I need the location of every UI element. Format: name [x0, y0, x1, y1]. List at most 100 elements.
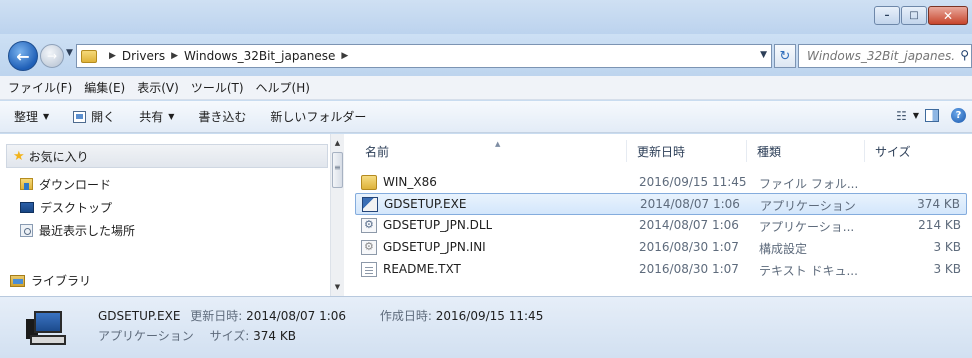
close-icon: ✕ — [942, 8, 954, 23]
breadcrumb-separator-icon[interactable]: ▶ — [341, 51, 348, 61]
new-folder-button[interactable]: 新しいフォルダー — [270, 108, 366, 125]
refresh-icon: ↻ — [779, 48, 791, 64]
breadcrumb-current[interactable]: Windows_32Bit_japanese — [184, 49, 335, 63]
search-input[interactable] — [807, 49, 955, 63]
recent-pages-dropdown[interactable]: ▼ — [66, 48, 73, 58]
txt-icon — [361, 262, 377, 277]
chevron-down-icon: ▼ — [43, 112, 50, 121]
new-folder-label: 新しいフォルダー — [270, 110, 367, 124]
details-size-value: 374 KB — [253, 329, 296, 343]
menu-tools[interactable]: ツール(T) — [191, 79, 244, 96]
file-type: テキスト ドキュ... — [759, 264, 858, 278]
menu-view[interactable]: 表示(V) — [137, 79, 179, 96]
dll-icon — [361, 218, 377, 233]
file-name: README.TXT — [383, 262, 461, 276]
table-row[interactable]: README.TXT 2016/08/30 1:07 テキスト ドキュ... 3… — [355, 259, 967, 281]
chevron-down-icon: ▼ — [168, 112, 175, 121]
file-date: 2016/09/15 11:45 — [639, 175, 747, 189]
close-button[interactable]: ✕ — [928, 6, 968, 25]
scroll-up-icon[interactable]: ▲ — [331, 136, 344, 150]
toolbar-right: ☷ ▼ ? — [896, 108, 966, 123]
breadcrumb-drivers[interactable]: Drivers — [122, 49, 165, 63]
file-size: 374 KB — [917, 197, 960, 211]
folder-icon — [361, 175, 377, 190]
file-date: 2016/08/30 1:07 — [639, 262, 739, 276]
details-file-name: GDSETUP.EXE — [98, 309, 181, 323]
libraries-icon — [10, 274, 25, 287]
navigation-pane: ★ お気に入り ダウンロード デスクトップ 最近表示した場所 ライブラリ ▲ ▼ — [0, 134, 344, 296]
setup-program-icon — [26, 307, 70, 351]
view-dropdown-icon[interactable]: ▼ — [913, 111, 919, 120]
column-size-label: サイズ — [875, 144, 911, 159]
nav-favorites[interactable]: ★ お気に入り — [6, 144, 328, 168]
search-box[interactable]: ⚲ — [798, 44, 972, 68]
menu-edit[interactable]: 編集(E) — [84, 79, 125, 96]
star-icon: ★ — [13, 148, 25, 164]
table-row-selected[interactable]: GDSETUP.EXE 2014/08/07 1:06 アプリケーション 374… — [355, 193, 967, 215]
column-date-label: 更新日時 — [637, 144, 686, 159]
content-area: ★ お気に入り ダウンロード デスクトップ 最近表示した場所 ライブラリ ▲ ▼… — [0, 134, 972, 296]
minimize-button[interactable]: – — [874, 6, 900, 25]
exe-icon — [362, 197, 378, 212]
file-type: アプリケーション — [760, 199, 856, 213]
computer-base-shape — [30, 335, 66, 345]
file-name: GDSETUP.EXE — [384, 197, 467, 211]
file-size: 3 KB — [933, 240, 961, 254]
maximize-button[interactable]: □ — [901, 6, 927, 25]
table-row[interactable]: GDSETUP_JPN.INI 2016/08/30 1:07 構成設定 3 K… — [355, 237, 967, 259]
nav-item-downloads[interactable]: ダウンロード — [20, 174, 111, 194]
file-size: 3 KB — [933, 262, 961, 276]
details-created-label: 作成日時: — [379, 309, 432, 323]
burn-button[interactable]: 書き込む — [198, 108, 246, 125]
menu-help[interactable]: ヘルプ(H) — [256, 79, 310, 96]
ini-icon — [361, 240, 377, 255]
address-row: ← → ▼ ▶ Drivers ▶ Windows_32Bit_japanese… — [0, 34, 972, 76]
scroll-thumb[interactable] — [332, 152, 343, 188]
address-bar[interactable]: ▶ Drivers ▶ Windows_32Bit_japanese ▶ ▼ — [76, 44, 772, 68]
scroll-down-icon[interactable]: ▼ — [331, 280, 344, 294]
open-button[interactable]: 開く — [73, 108, 115, 125]
refresh-button[interactable]: ↻ — [774, 44, 796, 68]
search-icon[interactable]: ⚲ — [960, 48, 969, 62]
preview-pane-icon[interactable] — [925, 109, 939, 122]
view-options-icon[interactable]: ☷ — [896, 109, 907, 123]
back-button[interactable]: ← — [8, 41, 38, 71]
menu-bar: ファイル(F) 編集(E) 表示(V) ツール(T) ヘルプ(H) — [0, 76, 972, 100]
nav-item-desktop[interactable]: デスクトップ — [20, 197, 112, 217]
column-header-size[interactable]: サイズ — [865, 140, 965, 162]
file-type: 構成設定 — [759, 242, 808, 256]
nav-libraries-label: ライブラリ — [31, 274, 92, 288]
menu-file[interactable]: ファイル(F) — [8, 79, 72, 96]
details-size-label: サイズ: — [209, 329, 250, 343]
table-row[interactable]: WIN_X86 2016/09/15 11:45 ファイル フォル... — [355, 172, 967, 194]
file-type: ファイル フォル... — [759, 177, 859, 191]
column-header-date[interactable]: 更新日時 — [627, 140, 747, 162]
file-date: 2014/08/07 1:06 — [639, 218, 739, 232]
recent-places-icon — [20, 223, 33, 237]
nav-scrollbar[interactable]: ▲ ▼ — [330, 134, 344, 296]
nav-libraries[interactable]: ライブラリ — [10, 272, 91, 289]
forward-button[interactable]: → — [40, 44, 64, 68]
column-header-name[interactable]: 名前 ▲ — [355, 140, 627, 162]
back-arrow-icon: ← — [16, 46, 30, 66]
open-icon — [73, 110, 87, 123]
column-name-label: 名前 — [365, 144, 390, 159]
file-date: 2016/08/30 1:07 — [639, 240, 739, 254]
organize-label: 整理 — [14, 110, 39, 124]
organize-button[interactable]: 整理 ▼ — [14, 108, 49, 125]
table-row[interactable]: GDSETUP_JPN.DLL 2014/08/07 1:06 アプリケーショ.… — [355, 215, 967, 237]
column-header-type[interactable]: 種類 — [747, 140, 865, 162]
file-name: GDSETUP_JPN.INI — [383, 240, 486, 254]
window-controls: – □ ✕ — [873, 6, 968, 25]
breadcrumb-separator-icon[interactable]: ▶ — [171, 51, 178, 61]
file-size: 214 KB — [918, 218, 961, 232]
nav-item-recent[interactable]: 最近表示した場所 — [20, 220, 135, 240]
details-modified-label: 更新日時: — [190, 309, 243, 323]
address-dropdown-icon[interactable]: ▼ — [760, 50, 767, 60]
file-name: WIN_X86 — [383, 175, 437, 189]
breadcrumb-separator-icon[interactable]: ▶ — [109, 51, 116, 61]
help-icon[interactable]: ? — [951, 108, 966, 123]
share-button[interactable]: 共有 ▼ — [139, 108, 174, 125]
file-type: アプリケーショ... — [759, 220, 855, 234]
file-list: 名前 ▲ 更新日時 種類 サイズ WIN_X86 2016/09/15 11:4… — [345, 134, 972, 296]
